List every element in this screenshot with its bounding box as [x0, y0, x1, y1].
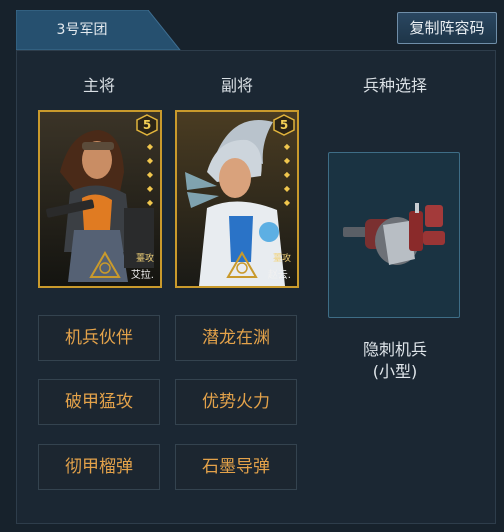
- legion-tab[interactable]: 3号军团: [16, 10, 181, 50]
- skill-slot[interactable]: 彻甲榴弹: [38, 444, 160, 490]
- skill-slot[interactable]: 优势火力: [175, 379, 297, 425]
- faction-emblem-icon: [89, 251, 121, 278]
- skill-slot[interactable]: 破甲猛攻: [38, 379, 160, 425]
- skill-slot[interactable]: 机兵伙伴: [38, 315, 160, 361]
- rank-number: 5: [143, 118, 151, 132]
- general-role: 薹攻: [272, 254, 291, 264]
- general-name: 艾拉.: [130, 270, 154, 281]
- deputy-general-title: 副将: [220, 76, 253, 95]
- rank-badge: 5: [273, 114, 295, 136]
- copy-lineup-code-button[interactable]: 复制阵容码: [397, 12, 497, 44]
- main-general-title: 主将: [82, 76, 115, 95]
- general-name: 赵云.: [267, 270, 291, 281]
- rank-number: 5: [280, 118, 288, 132]
- general-role: 薹攻: [135, 254, 154, 264]
- troop-select-title: 兵种选择: [362, 76, 427, 95]
- skill-slot[interactable]: 潜龙在渊: [175, 315, 297, 361]
- stealth-mech-troop-icon: [343, 203, 445, 265]
- rank-badge: 5: [136, 114, 158, 136]
- troop-name: 隐刺机兵 (小型): [330, 339, 460, 383]
- main-general-card[interactable]: 5 ◆ ◆ ◆ ◆ ◆ 薹攻 艾拉.: [38, 110, 162, 288]
- star-column: ◆ ◆ ◆ ◆ ◆: [283, 142, 291, 207]
- star-column: ◆ ◆ ◆ ◆ ◆: [146, 142, 154, 207]
- troop-name-label: 隐刺机兵: [362, 340, 427, 359]
- skill-slot[interactable]: 石墨导弹: [175, 444, 297, 490]
- troop-select-box[interactable]: [328, 152, 460, 318]
- faction-emblem-icon: [226, 251, 258, 278]
- legion-tab-label: 3号军团: [56, 22, 108, 38]
- troop-size-label: (小型): [372, 362, 418, 381]
- deputy-general-card[interactable]: 5 ◆ ◆ ◆ ◆ ◆ 薹攻 赵云.: [175, 110, 299, 288]
